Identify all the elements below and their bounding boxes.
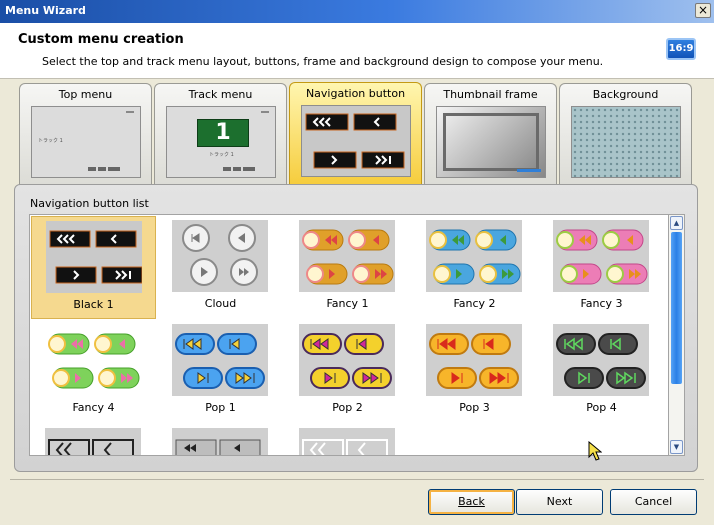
list-scrollbar[interactable]: ▲ ▼ [669, 214, 685, 456]
list-item-fancy-1[interactable]: Fancy 1 [285, 216, 410, 319]
fancy-2-nav-icon [429, 229, 521, 285]
list-item-partial-3[interactable] [285, 424, 410, 455]
list-item-pop-1[interactable]: Pop 1 [158, 320, 283, 423]
close-button[interactable]: × [695, 3, 711, 18]
list-item-fancy-3[interactable]: Fancy 3 [539, 216, 664, 319]
partial-2-thumbnail [172, 428, 268, 455]
item-label: Pop 4 [586, 401, 617, 414]
partial-3-thumbnail [299, 428, 395, 455]
black-1-thumbnail [46, 221, 142, 293]
navigation-button-panel: Navigation button list Black 1 Cloud Fan… [14, 184, 698, 472]
page-title: Custom menu creation [18, 32, 184, 47]
scroll-up-button[interactable]: ▲ [670, 216, 683, 230]
fancy-3-nav-icon [556, 229, 648, 285]
list-item-pop-3[interactable]: Pop 3 [412, 320, 537, 423]
back-button[interactable]: Back [428, 489, 515, 515]
cloud-thumbnail [172, 220, 268, 292]
background-preview [571, 106, 681, 178]
item-label: Pop 3 [459, 401, 490, 414]
cancel-button[interactable]: Cancel [610, 489, 697, 515]
list-item-pop-4[interactable]: Pop 4 [539, 320, 664, 423]
silver-nav-icon [175, 439, 261, 455]
fancy-1-nav-icon [302, 229, 394, 285]
page-description: Select the top and track menu layout, bu… [42, 55, 604, 68]
item-label: Black 1 [73, 298, 114, 311]
cancel-label: Cancel [634, 495, 673, 508]
window-title: Menu Wizard [5, 4, 86, 17]
pop-4-nav-icon [556, 333, 646, 389]
fancy-1-thumbnail [299, 220, 395, 292]
footer-divider [10, 479, 704, 480]
arrow-up-icon: ▲ [673, 219, 680, 227]
black-nav-buttons-icon [305, 113, 405, 169]
list-item-fancy-4[interactable]: Fancy 4 [31, 320, 156, 423]
tab-label: Top menu [58, 88, 113, 101]
arrow-down-icon: ▼ [673, 443, 680, 451]
list-item-black-1[interactable]: Black 1 [31, 216, 156, 319]
preview-track-text: トラック 1 [209, 152, 234, 158]
list-item-cloud[interactable]: Cloud [158, 216, 283, 319]
aspect-ratio-badge: 16:9 [666, 38, 696, 60]
black-nav-icon [49, 230, 142, 284]
fancy-2-thumbnail [426, 220, 522, 292]
item-label: Pop 2 [332, 401, 363, 414]
thumbnail-frame-preview [436, 106, 546, 178]
preview-track-text: トラック 1 [38, 138, 63, 144]
fancy-4-nav-icon [48, 333, 140, 389]
tab-label: Track menu [188, 88, 253, 101]
pop-1-nav-icon [175, 333, 265, 389]
wizard-header: Custom menu creation Select the top and … [0, 23, 714, 79]
white-outline-nav-icon [302, 439, 388, 455]
navigation-button-preview [301, 105, 411, 177]
pop-4-thumbnail [553, 324, 649, 396]
fancy-3-thumbnail [553, 220, 649, 292]
scroll-down-button[interactable]: ▼ [670, 440, 683, 454]
pop-1-thumbnail [172, 324, 268, 396]
item-label: Pop 1 [205, 401, 236, 414]
tab-track-menu[interactable]: Track menu 1 トラック 1 [154, 83, 287, 185]
preview-track-number: 1 [197, 119, 249, 147]
mouse-pointer-icon [588, 441, 602, 461]
top-menu-preview: トラック 1 [31, 106, 141, 178]
item-label: Fancy 4 [72, 401, 115, 414]
tab-top-menu[interactable]: Top menu トラック 1 [19, 83, 152, 185]
pop-3-nav-icon [429, 333, 519, 389]
tab-background[interactable]: Background [559, 83, 692, 185]
menu-wizard-window: Menu Wizard × Custom menu creation Selec… [0, 0, 714, 525]
title-bar[interactable]: Menu Wizard × [0, 0, 714, 23]
list-title: Navigation button list [30, 197, 149, 210]
item-label: Fancy 3 [580, 297, 623, 310]
pop-3-thumbnail [426, 324, 522, 396]
close-icon: × [697, 3, 709, 17]
partial-1-thumbnail [45, 428, 141, 455]
tab-label: Background [592, 88, 659, 101]
track-menu-preview: 1 トラック 1 [166, 106, 276, 178]
tab-navigation-button[interactable]: Navigation button [289, 82, 422, 186]
item-label: Cloud [204, 297, 237, 310]
list-item-pop-2[interactable]: Pop 2 [285, 320, 410, 423]
next-button[interactable]: Next [516, 489, 603, 515]
tab-label: Navigation button [305, 87, 406, 100]
navigation-button-list[interactable]: Black 1 Cloud Fancy 1 Fancy 2 Fancy 3 Fa… [29, 214, 669, 456]
cloud-nav-icon [182, 224, 258, 286]
back-label: Back [458, 495, 485, 508]
item-label: Fancy 1 [326, 297, 369, 310]
list-item-fancy-2[interactable]: Fancy 2 [412, 216, 537, 319]
item-label: Fancy 2 [453, 297, 496, 310]
tab-label: Thumbnail frame [443, 88, 538, 101]
tab-thumbnail-frame[interactable]: Thumbnail frame [424, 83, 557, 185]
list-item-partial-1[interactable] [31, 424, 156, 455]
next-label: Next [546, 495, 573, 508]
fancy-4-thumbnail [45, 324, 141, 396]
list-item-partial-2[interactable] [158, 424, 283, 455]
outline-nav-icon [48, 439, 134, 455]
pop-2-thumbnail [299, 324, 395, 396]
pop-2-nav-icon [302, 333, 392, 389]
scroll-thumb[interactable] [671, 232, 682, 384]
